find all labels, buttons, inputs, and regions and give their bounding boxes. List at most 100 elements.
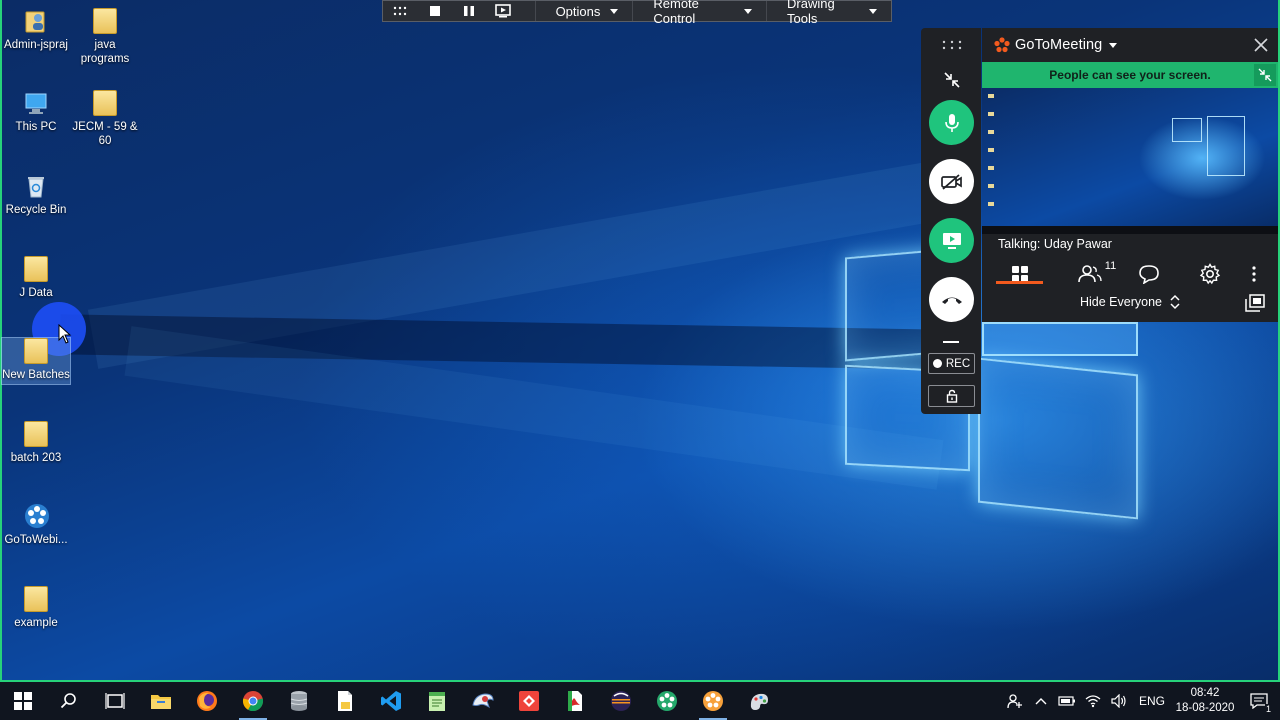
paint-icon	[750, 693, 768, 710]
desktop-icon-label: Admin-jspraj	[4, 39, 68, 51]
desktop-icon-batch-203[interactable]: batch 203	[0, 421, 72, 465]
folder-icon	[93, 90, 117, 116]
screen-share-button[interactable]	[929, 218, 974, 263]
leave-meeting-button[interactable]	[929, 277, 974, 322]
user-folder-icon	[24, 8, 48, 34]
panel-header: GoToMeeting	[982, 28, 1278, 62]
shrink-preview-icon[interactable]	[1254, 64, 1276, 86]
record-button[interactable]: REC	[928, 353, 975, 374]
chevron-up-icon	[1035, 698, 1047, 705]
taskbar: ENG 08:42 18-08-2020 1	[0, 682, 1280, 720]
taskbar-eclipse[interactable]	[598, 682, 644, 720]
taskbar-chat-app[interactable]	[644, 682, 690, 720]
taskbar-document-app[interactable]	[322, 682, 368, 720]
popout-icon[interactable]	[1245, 294, 1265, 312]
screen-share-icon	[495, 4, 512, 18]
taskbar-mysql-app[interactable]	[460, 682, 506, 720]
remote-control-menu[interactable]: Remote Control	[632, 0, 766, 26]
tab-attendees[interactable]: 11	[1072, 258, 1122, 290]
taskbar-notepad-app[interactable]	[414, 682, 460, 720]
chevron-down-icon[interactable]	[1109, 42, 1118, 48]
desktop-icon-java-programs[interactable]: java programs	[69, 8, 141, 66]
desktop-icon-j-data[interactable]: J Data	[0, 256, 72, 300]
remote-control-label: Remote Control	[653, 0, 699, 26]
drawing-tools-label: Drawing Tools	[787, 0, 835, 26]
desktop-icon-this-pc[interactable]: This PC	[0, 90, 72, 134]
desktop-icon-new-batches[interactable]: New Batches	[1, 337, 71, 385]
folder-icon	[24, 421, 48, 447]
gotomeeting-logo-icon	[703, 691, 723, 711]
pdf-icon	[568, 691, 582, 711]
screen-preview-thumbnail	[982, 88, 1278, 234]
desktop-icon-gotowebinar[interactable]: GoToWebi...	[0, 503, 72, 547]
pause-sharing-button[interactable]	[452, 1, 486, 21]
notification-count: 1	[1264, 704, 1272, 714]
minimize-icon[interactable]	[943, 341, 959, 343]
desktop-icon-example[interactable]: example	[0, 586, 72, 630]
taskbar-chrome[interactable]	[230, 682, 276, 720]
desktop-icon-admin-jspraj[interactable]: Admin-jspraj	[0, 8, 72, 52]
stop-sharing-button[interactable]	[417, 1, 451, 21]
drag-handle[interactable]	[383, 1, 417, 21]
taskbar-paint-app[interactable]	[736, 682, 782, 720]
desktop-icon-label: Recycle Bin	[5, 204, 67, 216]
hide-everyone-toggle[interactable]: Hide Everyone	[1080, 294, 1180, 310]
desktop-icon-recycle-bin[interactable]: Recycle Bin	[0, 173, 72, 217]
taskbar-gotomeeting[interactable]	[690, 682, 736, 720]
tab-grid-view[interactable]	[996, 258, 1043, 290]
close-icon[interactable]	[1254, 38, 1268, 52]
taskbar-pdf-app[interactable]	[552, 682, 598, 720]
pause-icon	[463, 6, 474, 16]
show-hidden-icons-button[interactable]	[1028, 682, 1054, 720]
drawing-tools-menu[interactable]: Drawing Tools	[766, 0, 891, 26]
vscode-icon	[381, 691, 401, 711]
input-language-button[interactable]: ENG	[1132, 682, 1172, 720]
desktop-icon-jecm[interactable]: JECM - 59 & 60	[69, 90, 141, 148]
battery-tray-button[interactable]	[1054, 682, 1080, 720]
volume-tray-button[interactable]	[1106, 682, 1132, 720]
start-button[interactable]	[0, 682, 46, 720]
brand-name: GoToMeeting	[1015, 37, 1103, 53]
wallpaper-window-pane	[982, 322, 1138, 356]
grip-icon[interactable]	[942, 40, 962, 50]
chat-icon	[1139, 265, 1159, 284]
options-menu[interactable]: Options	[534, 1, 633, 21]
taskbar-vscode[interactable]	[368, 682, 414, 720]
collapse-icon[interactable]	[942, 70, 962, 90]
taskbar-anydesk[interactable]	[506, 682, 552, 720]
system-tray: ENG 08:42 18-08-2020 1	[1002, 682, 1280, 720]
taskbar-database-app[interactable]	[276, 682, 322, 720]
wifi-tray-button[interactable]	[1080, 682, 1106, 720]
task-view-icon	[105, 693, 125, 709]
desktop-icon-label: GoToWebi...	[4, 534, 68, 546]
task-view-button[interactable]	[92, 682, 138, 720]
input-language-label: ENG	[1138, 694, 1165, 708]
computer-icon	[24, 90, 48, 116]
preview-window-pane	[1207, 116, 1245, 176]
microphone-button[interactable]	[929, 100, 974, 145]
action-center-button[interactable]: 1	[1238, 682, 1280, 720]
active-tab-indicator	[996, 281, 1043, 284]
search-button[interactable]	[46, 682, 92, 720]
people-tray-button[interactable]	[1002, 682, 1028, 720]
clock-date: 18-08-2020	[1175, 702, 1235, 714]
gotomeeting-panel: GoToMeeting People can see your screen. …	[982, 28, 1278, 322]
preview-taskbar	[982, 226, 1278, 234]
show-screen-button[interactable]	[486, 1, 520, 21]
chrome-icon	[242, 691, 264, 712]
camera-button[interactable]	[929, 159, 974, 204]
desktop-icon-label: This PC	[15, 121, 57, 133]
tab-chat[interactable]	[1134, 258, 1164, 290]
folder-icon	[24, 586, 48, 612]
gear-icon	[1199, 263, 1221, 285]
clock[interactable]: 08:42 18-08-2020	[1172, 686, 1238, 716]
tab-settings[interactable]	[1195, 258, 1225, 290]
taskbar-file-explorer[interactable]	[138, 682, 184, 720]
people-icon	[1077, 265, 1102, 283]
lock-meeting-button[interactable]	[928, 385, 975, 407]
chevron-updown-icon	[1170, 294, 1180, 310]
kebab-menu-icon	[1252, 266, 1256, 282]
taskbar-firefox[interactable]	[184, 682, 230, 720]
more-options-button[interactable]	[1244, 258, 1264, 290]
sharing-banner: People can see your screen.	[982, 62, 1278, 88]
